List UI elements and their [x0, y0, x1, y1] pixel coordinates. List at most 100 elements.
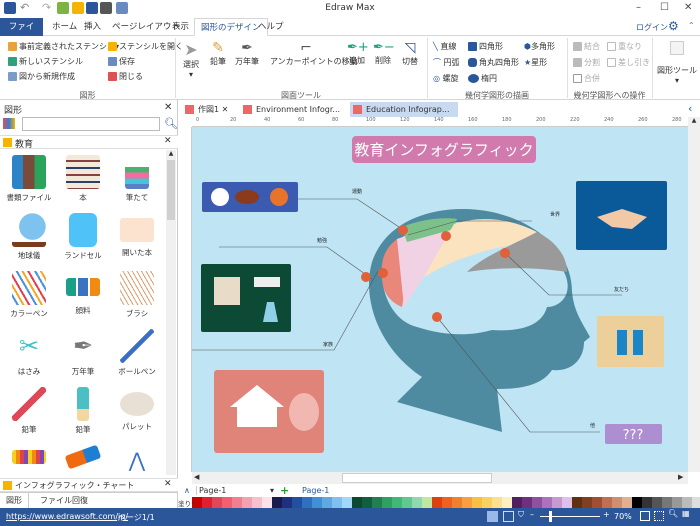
zoom-out-button[interactable]: – — [530, 510, 534, 519]
color-swatch[interactable] — [642, 497, 652, 508]
color-swatch[interactable] — [662, 497, 672, 508]
section-header-education[interactable]: 教育 ✕ — [0, 135, 178, 150]
expand-icon[interactable]: ∧ — [184, 486, 190, 495]
shape-tools-button[interactable]: 図形ツール ▾ — [656, 41, 698, 85]
color-swatch[interactable] — [212, 497, 222, 508]
color-swatch[interactable] — [342, 497, 352, 508]
color-swatch[interactable] — [242, 497, 252, 508]
predefined-stencil-button[interactable]: 事前定義されたステンシル▾ — [8, 41, 119, 52]
shape-item[interactable]: ブラシ — [110, 268, 164, 326]
fit-page-icon[interactable] — [640, 511, 650, 521]
toggle-point-button[interactable]: ◹ 切替 — [400, 40, 420, 67]
shapes-scrollbar[interactable]: ▲ — [166, 150, 176, 475]
shape-item[interactable]: 本 — [56, 152, 110, 210]
color-swatch[interactable] — [272, 497, 282, 508]
color-swatch[interactable] — [442, 497, 452, 508]
color-swatch[interactable] — [382, 497, 392, 508]
presentation-icon[interactable]: ⛉ — [518, 510, 524, 520]
color-swatch[interactable] — [322, 497, 332, 508]
color-swatch[interactable] — [302, 497, 312, 508]
doc-tab-environment[interactable]: Environment Infogr... ✕ — [240, 102, 348, 129]
drawing-canvas[interactable]: 教育インフォグラフィック 運動 勉強 世界 友だち 家族 他 ??? — [192, 127, 688, 472]
shape-item[interactable]: ✒ 万年筆 — [56, 326, 110, 384]
library-icon[interactable] — [3, 118, 15, 129]
pen-tool-button[interactable]: ✒ 万年筆 — [233, 40, 261, 67]
dot[interactable] — [361, 272, 371, 282]
tab-file-recovery[interactable]: ファイル回復 — [34, 493, 94, 508]
color-swatch[interactable] — [672, 497, 682, 508]
color-swatch[interactable] — [692, 497, 700, 508]
gear-icon[interactable]: ⚙ — [668, 19, 679, 33]
color-swatch[interactable] — [622, 497, 632, 508]
intersect-button[interactable]: 重なり — [607, 41, 642, 52]
move-anchor-button[interactable]: ⌐ アンカーポイントの移動 — [270, 40, 358, 67]
color-swatch[interactable] — [592, 497, 602, 508]
shape-item[interactable]: 開いた本 — [110, 210, 164, 268]
color-swatch[interactable] — [512, 497, 522, 508]
tabs-scroll-left-icon[interactable]: ‹ — [688, 102, 692, 115]
dot[interactable] — [441, 231, 451, 241]
shape-item[interactable] — [2, 442, 56, 472]
vertical-scrollbar[interactable]: ▲ — [688, 117, 700, 472]
color-palette[interactable] — [192, 497, 700, 508]
close-panel-icon[interactable]: ✕ — [164, 102, 172, 113]
shape-item[interactable]: 書類ファイル — [2, 152, 56, 210]
close-tab-icon[interactable]: ✕ — [222, 105, 229, 114]
ellipse-button[interactable]: 楕円 — [468, 73, 497, 84]
dot[interactable] — [398, 225, 408, 235]
color-swatch[interactable] — [262, 497, 272, 508]
search-icon[interactable]: 🔍︎ — [164, 117, 178, 130]
shape-item[interactable]: 鉛筆 — [56, 384, 110, 442]
select-tool-button[interactable]: ➤ 選択 ▾ — [182, 40, 200, 79]
dot[interactable] — [500, 248, 510, 258]
star-button[interactable]: ★星形 — [524, 57, 547, 68]
normal-view-icon[interactable] — [487, 511, 498, 522]
tab-help[interactable]: ヘルプ — [252, 18, 290, 36]
grid-icon[interactable]: ▦ — [682, 509, 690, 518]
color-swatch[interactable] — [502, 497, 512, 508]
color-swatch[interactable] — [312, 497, 322, 508]
save-stencil-button[interactable]: 保存 — [108, 56, 135, 67]
color-swatch[interactable] — [472, 497, 482, 508]
line-button[interactable]: ╲ 直線 — [433, 41, 456, 52]
shape-item[interactable] — [56, 442, 110, 472]
add-point-button[interactable]: ✒+ 追加 — [347, 40, 369, 66]
page-select[interactable]: Page-1 ▾ — [196, 486, 274, 495]
color-swatch[interactable] — [352, 497, 362, 508]
color-swatch[interactable] — [362, 497, 372, 508]
dot[interactable] — [378, 268, 388, 278]
website-link[interactable]: https://www.edrawsoft.com/jp/ — [6, 512, 128, 521]
close-section-icon[interactable]: ✕ — [164, 479, 172, 489]
rounded-rectangle-button[interactable]: 角丸四角形 — [468, 57, 519, 68]
color-swatch[interactable] — [402, 497, 412, 508]
color-swatch[interactable] — [542, 497, 552, 508]
color-swatch[interactable] — [252, 497, 262, 508]
color-swatch[interactable] — [452, 497, 462, 508]
close-stencil-button[interactable]: 閉じる — [108, 71, 143, 82]
color-swatch[interactable] — [392, 497, 402, 508]
tab-shapes[interactable]: 図形 — [0, 493, 29, 508]
page-tab[interactable]: Page-1 — [302, 486, 329, 495]
close-button[interactable]: ✕ — [684, 2, 692, 13]
polygon-button[interactable]: ⬢多角形 — [524, 41, 555, 52]
color-swatch[interactable] — [432, 497, 442, 508]
delete-point-button[interactable]: ✒− 削除 — [373, 40, 395, 66]
dot[interactable] — [432, 312, 442, 322]
color-swatch[interactable] — [202, 497, 212, 508]
color-swatch[interactable] — [292, 497, 302, 508]
shape-item[interactable]: 鉛筆 — [2, 384, 56, 442]
color-swatch[interactable] — [372, 497, 382, 508]
tab-insert[interactable]: 挿入 — [78, 18, 107, 36]
zoom-search-icon[interactable]: 🔍︎ — [668, 509, 678, 518]
spiral-button[interactable]: ◎ 螺旋 — [433, 73, 459, 84]
color-swatch[interactable] — [582, 497, 592, 508]
zoom-in-button[interactable]: + — [603, 510, 610, 519]
combine-button[interactable]: 合併 — [573, 73, 600, 84]
color-swatch[interactable] — [572, 497, 582, 508]
color-swatch[interactable] — [652, 497, 662, 508]
shape-item[interactable]: ボールペン — [110, 326, 164, 384]
tab-view[interactable]: 表示 — [166, 18, 195, 36]
fit-width-icon[interactable] — [654, 511, 664, 521]
add-page-icon[interactable]: + — [280, 484, 289, 497]
fragment-button[interactable]: 分割 — [573, 57, 600, 68]
